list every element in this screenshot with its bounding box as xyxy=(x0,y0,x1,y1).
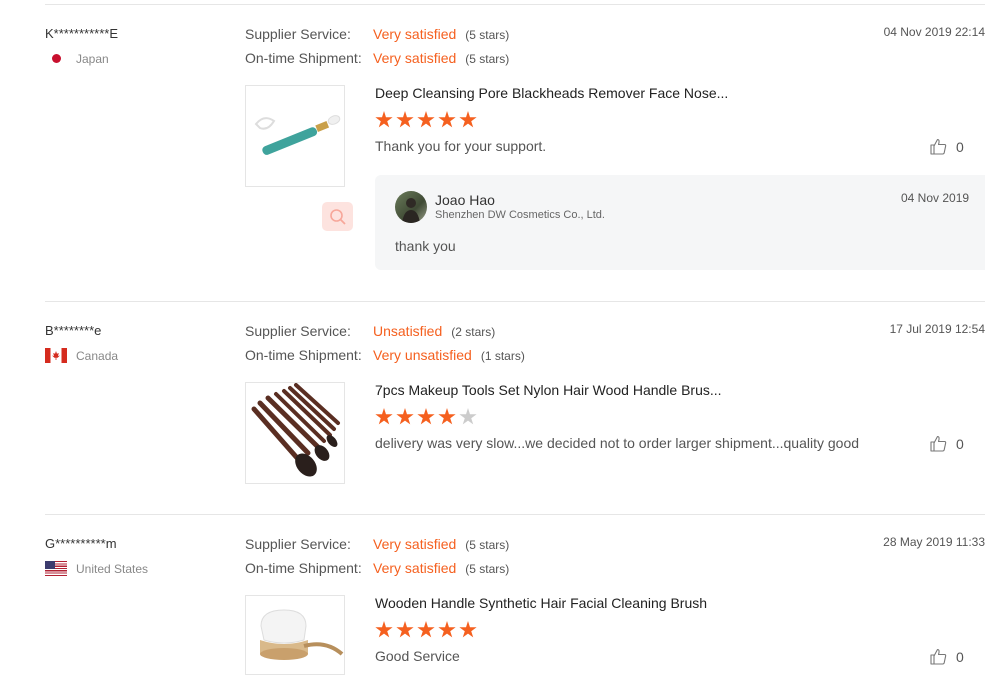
shipment-label: On-time Shipment: xyxy=(245,347,362,363)
like-button[interactable]: 0 xyxy=(930,138,964,155)
shipment-rating: On-time Shipment: Very satisfied (5 star… xyxy=(245,560,509,576)
review-item: G**********m United States Supplier Serv… xyxy=(0,510,985,675)
shipment-value: Very unsatisfied xyxy=(373,347,472,363)
product-thumbnail[interactable] xyxy=(245,85,345,187)
supplier-service-rating: Supplier Service: Unsatisfied (2 stars) xyxy=(245,323,495,339)
supplier-service-label: Supplier Service: xyxy=(245,323,351,339)
product-thumbnail[interactable] xyxy=(245,382,345,484)
shipment-label: On-time Shipment: xyxy=(245,560,362,576)
product-title-link[interactable]: Deep Cleansing Pore Blackheads Remover F… xyxy=(375,85,728,101)
flag-usa-icon xyxy=(45,561,67,576)
zoom-button[interactable] xyxy=(322,202,353,231)
shipment-rating: On-time Shipment: Very unsatisfied (1 st… xyxy=(245,347,525,363)
supplier-service-label: Supplier Service: xyxy=(245,26,351,42)
star-filled-icon xyxy=(438,621,456,638)
thumbs-up-icon xyxy=(930,138,947,155)
buyer-country: Canada xyxy=(45,348,118,363)
avatar-image xyxy=(402,198,420,223)
shipment-stars: (5 stars) xyxy=(465,52,510,66)
buyer-name: K***********E xyxy=(45,26,118,41)
star-filled-icon xyxy=(438,408,456,425)
like-count: 0 xyxy=(956,138,964,155)
review-comment: Thank you for your support. xyxy=(375,138,547,154)
supplier-service-label: Supplier Service: xyxy=(245,536,351,552)
supplier-service-stars: (5 stars) xyxy=(465,538,510,552)
product-image-face-brush xyxy=(260,609,344,660)
country-name: Canada xyxy=(76,348,119,363)
magnifier-icon xyxy=(329,208,346,225)
star-filled-icon xyxy=(375,111,393,128)
like-count: 0 xyxy=(956,435,964,452)
review-comment: Good Service xyxy=(375,648,460,664)
star-filled-icon xyxy=(396,111,414,128)
country-name: United States xyxy=(76,561,149,576)
supplier-service-value: Very satisfied xyxy=(373,536,457,552)
shipment-value: Very satisfied xyxy=(373,50,457,66)
supplier-service-stars: (2 stars) xyxy=(451,325,496,339)
avatar xyxy=(395,191,427,223)
star-filled-icon xyxy=(438,111,456,128)
flag-japan-icon xyxy=(45,51,67,66)
star-filled-icon xyxy=(417,111,435,128)
like-count: 0 xyxy=(956,648,964,665)
product-title-link[interactable]: Wooden Handle Synthetic Hair Facial Clea… xyxy=(375,595,707,611)
review-date: 28 May 2019 11:33 xyxy=(883,535,985,549)
review-item: B********e Canada Supplier Service: Unsa… xyxy=(0,297,985,512)
product-thumbnail[interactable] xyxy=(245,595,345,675)
thumbs-up-icon xyxy=(930,435,947,452)
reply-author-name: Joao Hao xyxy=(435,192,495,208)
star-rating xyxy=(375,621,477,639)
star-filled-icon xyxy=(459,621,477,638)
shipment-label: On-time Shipment: xyxy=(245,50,362,66)
buyer-country: Japan xyxy=(45,51,109,66)
thumbs-up-icon xyxy=(930,648,947,665)
buyer-country: United States xyxy=(45,561,148,576)
shipment-stars: (1 stars) xyxy=(480,349,525,363)
supplier-service-stars: (5 stars) xyxy=(465,28,510,42)
product-image-brush xyxy=(254,115,341,155)
buyer-name: B********e xyxy=(45,323,102,338)
like-button[interactable]: 0 xyxy=(930,435,964,452)
star-filled-icon xyxy=(417,408,435,425)
review-comment: delivery was very slow...we decided not … xyxy=(375,435,860,451)
star-filled-icon xyxy=(459,111,477,128)
supplier-reply: Joao Hao Shenzhen DW Cosmetics Co., Ltd.… xyxy=(375,175,985,270)
star-filled-icon xyxy=(396,408,414,425)
star-filled-icon xyxy=(375,408,393,425)
star-rating xyxy=(375,408,477,426)
star-empty-icon xyxy=(459,408,477,425)
review-item: K***********E Japan Supplier Service: Ve… xyxy=(0,0,985,300)
supplier-service-value: Very satisfied xyxy=(373,26,457,42)
product-title-link[interactable]: 7pcs Makeup Tools Set Nylon Hair Wood Ha… xyxy=(375,382,722,398)
shipment-rating: On-time Shipment: Very satisfied (5 star… xyxy=(245,50,509,66)
review-date: 04 Nov 2019 22:14 xyxy=(883,25,985,39)
flag-canada-icon xyxy=(45,348,67,363)
country-name: Japan xyxy=(76,51,109,66)
supplier-service-rating: Supplier Service: Very satisfied (5 star… xyxy=(245,536,509,552)
shipment-stars: (5 stars) xyxy=(465,562,510,576)
shipment-value: Very satisfied xyxy=(373,560,457,576)
star-rating xyxy=(375,111,477,129)
supplier-service-rating: Supplier Service: Very satisfied (5 star… xyxy=(245,26,509,42)
star-filled-icon xyxy=(417,621,435,638)
reply-company: Shenzhen DW Cosmetics Co., Ltd. xyxy=(435,209,605,221)
product-image-brush-set xyxy=(251,383,340,477)
like-button[interactable]: 0 xyxy=(930,648,964,665)
review-date: 17 Jul 2019 12:54 xyxy=(889,322,985,336)
star-filled-icon xyxy=(375,621,393,638)
star-filled-icon xyxy=(396,621,414,638)
reply-date: 04 Nov 2019 xyxy=(901,191,970,205)
reply-text: thank you xyxy=(395,238,456,254)
buyer-name: G**********m xyxy=(45,536,117,551)
supplier-service-value: Unsatisfied xyxy=(373,323,443,339)
